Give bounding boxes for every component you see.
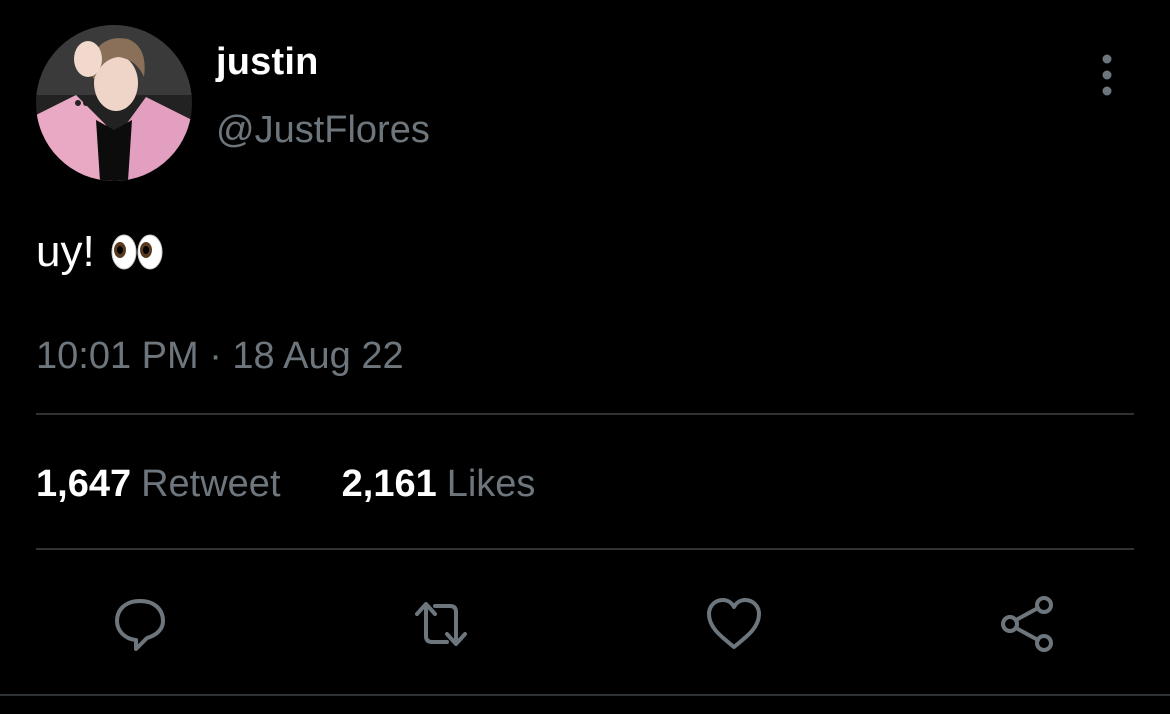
- more-options-button[interactable]: [1086, 52, 1128, 98]
- likes-stat[interactable]: 2,161 Likes: [342, 463, 536, 505]
- divider: [36, 548, 1134, 550]
- likes-label: Likes: [446, 463, 536, 505]
- avatar[interactable]: [36, 25, 192, 181]
- retweet-arrows-icon: [415, 602, 467, 646]
- vertical-ellipsis-icon: [1102, 54, 1112, 96]
- author-display-name[interactable]: justin: [216, 40, 319, 84]
- author-handle[interactable]: @JustFlores: [216, 108, 430, 152]
- like-button[interactable]: [702, 592, 766, 656]
- reply-button[interactable]: [108, 592, 172, 656]
- share-nodes-icon: [1001, 596, 1053, 652]
- tweet-stats: 1,647 Retweet 2,161 Likes: [36, 462, 535, 506]
- retweet-button[interactable]: [409, 592, 473, 656]
- tweet-text: uy!: [36, 226, 165, 278]
- divider: [36, 413, 1134, 415]
- retweets-label: Retweet: [141, 463, 281, 505]
- eyes-emoji-icon: [109, 232, 165, 272]
- divider: [0, 694, 1170, 696]
- profile-photo: [36, 25, 192, 181]
- likes-count: 2,161: [341, 463, 437, 505]
- heart-icon: [707, 598, 761, 649]
- tweet-timestamp[interactable]: 10:01 PM · 18 Aug 22: [36, 334, 404, 378]
- retweets-count: 1,647: [36, 463, 132, 505]
- retweets-stat[interactable]: 1,647 Retweet: [36, 463, 291, 505]
- speech-bubble-icon: [115, 599, 165, 651]
- tweet-text-content: uy!: [36, 227, 95, 276]
- share-button[interactable]: [996, 592, 1060, 656]
